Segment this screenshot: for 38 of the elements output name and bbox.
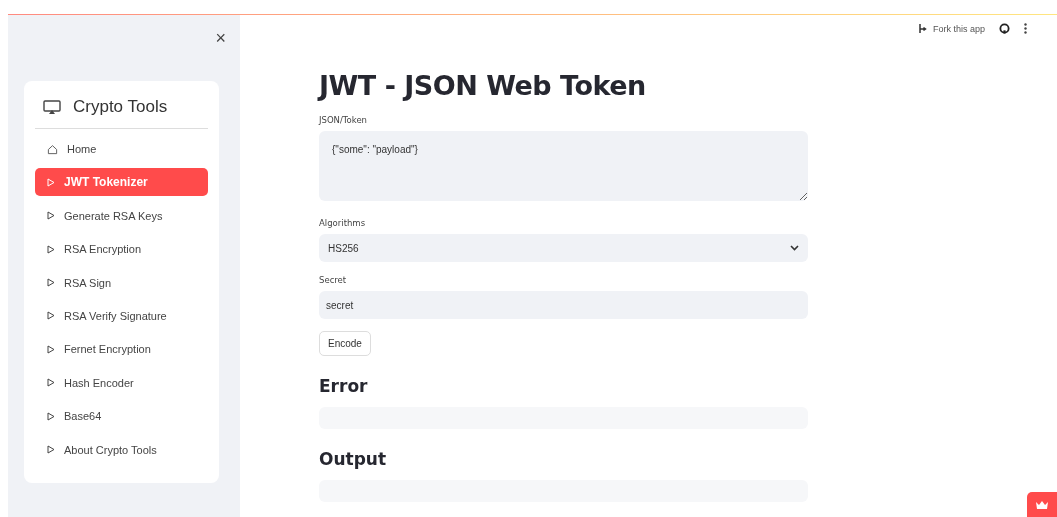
field-label: JSON/Token bbox=[319, 115, 368, 125]
triangle-icon bbox=[47, 378, 55, 388]
home-icon bbox=[47, 143, 58, 155]
nav-item[interactable]: Hash Encoder bbox=[35, 368, 208, 397]
more-icon[interactable] bbox=[1024, 23, 1027, 34]
section-heading: Error bbox=[319, 376, 369, 396]
fork-icon bbox=[917, 23, 927, 34]
triangle-icon bbox=[47, 344, 55, 354]
close-button[interactable]: × bbox=[215, 21, 226, 55]
triangle-icon bbox=[47, 211, 55, 221]
secret-field[interactable]: secret bbox=[319, 291, 808, 319]
app-badge[interactable] bbox=[1027, 492, 1057, 517]
field-label: Secret bbox=[319, 275, 348, 285]
triangle-icon bbox=[47, 311, 55, 321]
fork-button[interactable]: Fork this app bbox=[917, 23, 985, 34]
triangle-icon bbox=[47, 177, 55, 187]
field-label: Algorithms bbox=[319, 218, 367, 228]
nav-item[interactable]: RSA Verify Signature bbox=[35, 301, 208, 330]
sidebar-title: Crypto Tools bbox=[73, 97, 168, 117]
nav-item[interactable]: About Crypto Tools bbox=[35, 435, 208, 464]
nav-item[interactable]: Base64 bbox=[35, 402, 208, 431]
triangle-icon bbox=[47, 244, 55, 254]
chevron-down-icon bbox=[790, 245, 799, 251]
algorithm-select[interactable]: HS256 bbox=[319, 234, 808, 262]
nav-item[interactable]: Generate RSA Keys bbox=[35, 201, 208, 230]
page-title: JWT - JSON Web Token bbox=[319, 70, 647, 101]
nav-item[interactable]: Fernet Encryption bbox=[35, 335, 208, 364]
nav-item[interactable]: RSA Sign bbox=[35, 268, 208, 297]
token-field[interactable]: {"some": "payload"} bbox=[319, 131, 808, 201]
triangle-icon bbox=[47, 411, 55, 421]
nav-item[interactable]: Home bbox=[35, 135, 208, 163]
monitor-icon bbox=[43, 99, 61, 115]
github-icon[interactable] bbox=[999, 23, 1010, 34]
triangle-icon bbox=[47, 278, 55, 288]
section-heading: Output bbox=[319, 449, 388, 469]
triangle-icon bbox=[47, 445, 55, 454]
nav-item[interactable]: RSA Encryption bbox=[35, 235, 208, 264]
encode-button[interactable]: Encode bbox=[319, 331, 371, 356]
